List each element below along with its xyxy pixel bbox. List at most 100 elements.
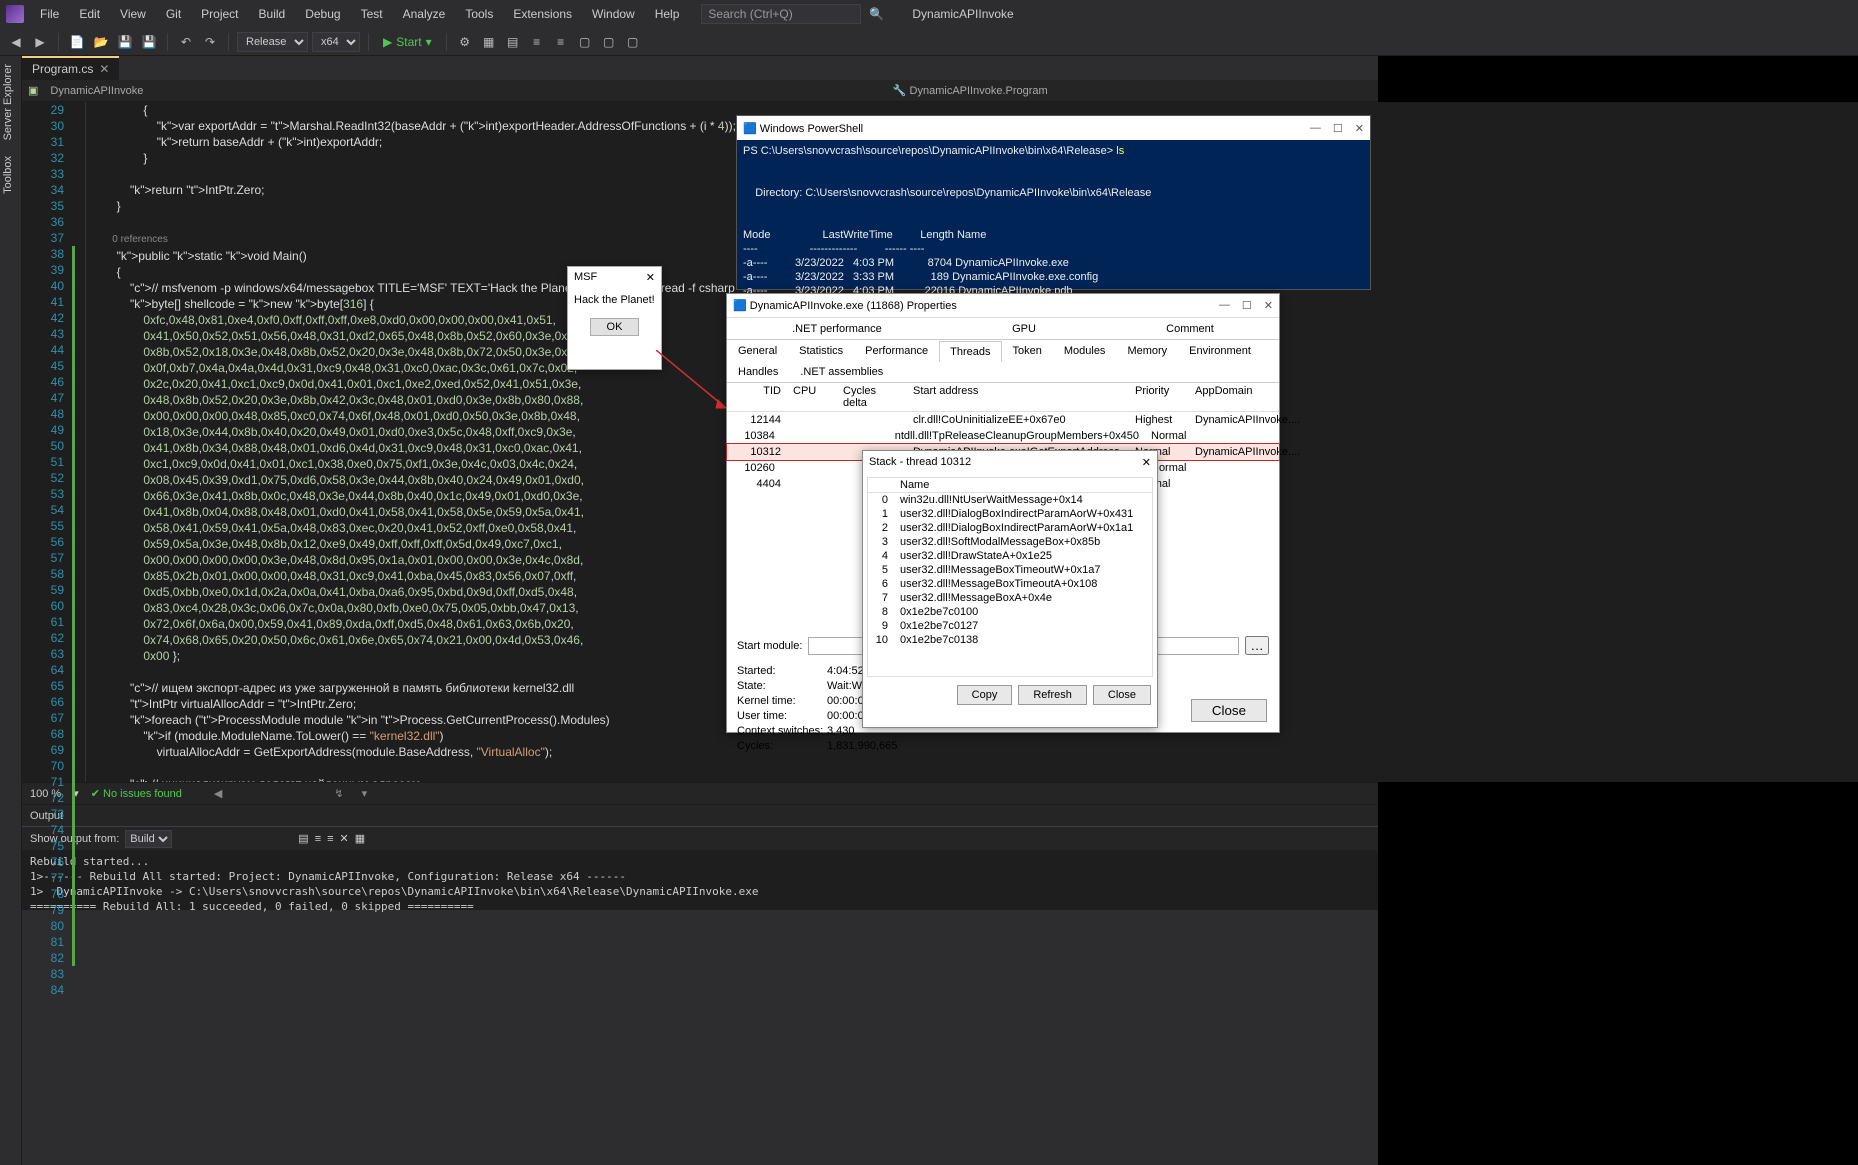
stack-grid[interactable]: Name 0win32u.dll!NtUserWaitMessage+0x141… <box>867 477 1153 677</box>
save-all-icon[interactable]: 💾 <box>139 32 159 52</box>
ph-tab[interactable]: GPU <box>1001 318 1047 339</box>
tool-icon[interactable]: ▢ <box>599 32 619 52</box>
ph-tab-memory[interactable]: Memory <box>1116 340 1178 361</box>
tool-icon[interactable]: ≡ <box>327 833 333 845</box>
stack-frame[interactable]: 2user32.dll!DialogBoxIndirectParamAorW+0… <box>868 521 1152 535</box>
tool-icon[interactable]: ↯ <box>334 787 343 800</box>
tool-icon[interactable]: ▤ <box>503 32 523 52</box>
ph-tab-handles[interactable]: Handles <box>727 361 789 382</box>
col-cpu[interactable]: CPU <box>787 383 837 411</box>
minimize-icon[interactable]: — <box>1219 299 1230 312</box>
refresh-button[interactable]: Refresh <box>1018 685 1087 705</box>
tool-icon[interactable]: ▤ <box>298 832 308 845</box>
col-priority[interactable]: Priority <box>1129 383 1189 411</box>
browse-button[interactable]: … <box>1245 636 1269 655</box>
tool-icon[interactable]: ▢ <box>623 32 643 52</box>
menu-tools[interactable]: Tools <box>457 3 501 25</box>
menu-file[interactable]: File <box>32 3 67 25</box>
maximize-icon[interactable]: ☐ <box>1333 122 1343 135</box>
stack-frame[interactable]: 6user32.dll!MessageBoxTimeoutA+0x108 <box>868 577 1152 591</box>
tool-icon[interactable]: ▦ <box>355 832 365 845</box>
issues-status[interactable]: ✔ No issues found <box>91 787 182 800</box>
menu-git[interactable]: Git <box>158 3 189 25</box>
close-icon[interactable]: ✕ <box>1142 456 1151 469</box>
tool-icon[interactable]: ▾ <box>362 787 368 800</box>
new-project-icon[interactable]: 📄 <box>67 32 87 52</box>
crumb-class[interactable]: 🔧 DynamicAPIInvoke.Program <box>887 84 1054 97</box>
close-icon[interactable]: ✕ <box>1355 122 1364 135</box>
tab-program-cs[interactable]: Program.cs ✕ <box>22 56 119 80</box>
stack-frame[interactable]: 0win32u.dll!NtUserWaitMessage+0x14 <box>868 493 1152 507</box>
toolbox-tab[interactable]: Toolbox <box>0 148 16 202</box>
server-explorer-tab[interactable]: Server Explorer <box>0 56 16 148</box>
menu-view[interactable]: View <box>112 3 154 25</box>
close-icon[interactable]: ✕ <box>99 62 109 76</box>
maximize-icon[interactable]: ☐ <box>1242 299 1252 312</box>
close-icon[interactable]: ✕ <box>1264 299 1273 312</box>
search-icon[interactable]: 🔍 <box>869 7 884 21</box>
platform-dropdown[interactable]: x64 <box>312 32 360 52</box>
menu-edit[interactable]: Edit <box>71 3 108 25</box>
stack-frame[interactable]: 3user32.dll!SoftModalMessageBox+0x85b <box>868 535 1152 549</box>
copy-button[interactable]: Copy <box>957 685 1013 705</box>
tool-icon[interactable]: ⚙ <box>455 32 475 52</box>
ph-tab-token[interactable]: Token <box>1002 340 1053 361</box>
undo-icon[interactable]: ↶ <box>176 32 196 52</box>
menu-debug[interactable]: Debug <box>297 3 348 25</box>
stack-frame[interactable]: 90x1e2be7c0127 <box>868 619 1152 633</box>
stack-frame[interactable]: 7user32.dll!MessageBoxA+0x4e <box>868 591 1152 605</box>
tool-icon[interactable]: ≡ <box>315 833 321 845</box>
ph-tab-environment[interactable]: Environment <box>1178 340 1262 361</box>
menu-project[interactable]: Project <box>193 3 246 25</box>
output-source-dropdown[interactable]: Build <box>125 830 172 848</box>
stack-frame[interactable]: 80x1e2be7c0100 <box>868 605 1152 619</box>
solution-name: DynamicAPIInvoke <box>912 7 1013 21</box>
ph-tab[interactable]: Comment <box>1155 318 1225 339</box>
start-button[interactable]: ▶ Start ▾ <box>377 35 438 49</box>
ph-tab-general[interactable]: General <box>727 340 788 361</box>
menu-help[interactable]: Help <box>647 3 688 25</box>
col-cycles[interactable]: Cycles delta <box>837 383 907 411</box>
col-tid[interactable]: TID <box>727 383 787 411</box>
tool-icon[interactable]: ▢ <box>575 32 595 52</box>
close-button[interactable]: Close <box>1191 699 1267 722</box>
search-input[interactable]: Search (Ctrl+Q) <box>701 4 861 24</box>
crumb-project[interactable]: DynamicAPIInvoke <box>44 85 149 97</box>
ph-tab-threads[interactable]: Threads <box>939 341 1001 362</box>
redo-icon[interactable]: ↷ <box>200 32 220 52</box>
menu-extensions[interactable]: Extensions <box>505 3 580 25</box>
thread-row[interactable]: 12144clr.dll!CoUninitializeEE+0x67e0High… <box>727 412 1279 428</box>
nav-back-icon[interactable]: ◀ <box>6 32 26 52</box>
tool-icon[interactable]: ≡ <box>551 32 571 52</box>
chevron-icon[interactable]: ◀ <box>214 787 222 800</box>
tool-icon[interactable]: ▦ <box>479 32 499 52</box>
col-appdomain[interactable]: AppDomain <box>1189 383 1279 411</box>
config-dropdown[interactable]: Release <box>237 32 308 52</box>
stack-title: Stack - thread 10312 <box>869 456 971 468</box>
stack-frame[interactable]: 5user32.dll!MessageBoxTimeoutW+0x1a7 <box>868 563 1152 577</box>
ph-tab-statistics[interactable]: Statistics <box>788 340 854 361</box>
thread-row[interactable]: 10384ntdll.dll!TpReleaseCleanupGroupMemb… <box>727 428 1279 444</box>
save-icon[interactable]: 💾 <box>115 32 135 52</box>
close-button[interactable]: Close <box>1093 685 1151 705</box>
menu-window[interactable]: Window <box>584 3 643 25</box>
menu-build[interactable]: Build <box>251 3 294 25</box>
stack-frame[interactable]: 4user32.dll!DrawStateA+0x1e25 <box>868 549 1152 563</box>
open-icon[interactable]: 📂 <box>91 32 111 52</box>
stack-frame[interactable]: 1user32.dll!DialogBoxIndirectParamAorW+0… <box>868 507 1152 521</box>
ph-tab-modules[interactable]: Modules <box>1053 340 1117 361</box>
nav-fwd-icon[interactable]: ▶ <box>30 32 50 52</box>
col-start-address[interactable]: Start address <box>907 383 1129 411</box>
ph-tab[interactable]: .NET performance <box>781 318 893 339</box>
minimize-icon[interactable]: — <box>1310 122 1321 135</box>
tool-icon[interactable]: ≡ <box>527 32 547 52</box>
menu-test[interactable]: Test <box>353 3 391 25</box>
close-icon[interactable]: ✕ <box>646 271 655 284</box>
menu-analyze[interactable]: Analyze <box>395 3 454 25</box>
ph-tab-.net assemblies[interactable]: .NET assemblies <box>789 361 894 382</box>
tool-icon[interactable]: ✕ <box>340 832 349 845</box>
ph-tab-performance[interactable]: Performance <box>854 340 939 361</box>
stack-frame[interactable]: 100x1e2be7c0138 <box>868 633 1152 647</box>
ok-button[interactable]: OK <box>590 318 640 336</box>
col-name[interactable]: Name <box>894 478 1152 492</box>
